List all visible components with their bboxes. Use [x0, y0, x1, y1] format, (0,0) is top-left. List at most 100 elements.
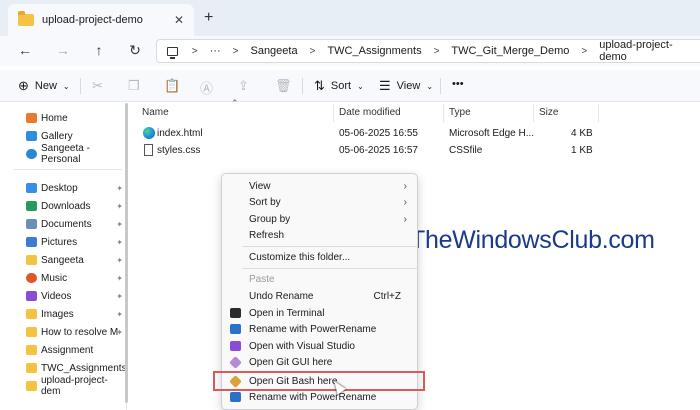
folder-icon — [18, 11, 34, 26]
folder-icon — [26, 309, 37, 319]
highlight-box — [213, 371, 425, 391]
home-icon — [26, 113, 37, 123]
pin-icon: ✦ — [116, 237, 123, 247]
delete-button[interactable]: 🗑 — [275, 78, 298, 94]
menu-label: Open in Terminal — [249, 307, 325, 319]
menu-label: View — [249, 180, 271, 192]
sidebar-item-home[interactable]: Home — [26, 109, 126, 127]
cut-button[interactable]: ✂ — [92, 78, 109, 94]
file-row[interactable]: index.html 05-06-2025 16:55 Microsoft Ed… — [140, 126, 600, 143]
sidebar-item-documents[interactable]: Documents ✦ — [26, 215, 126, 233]
column-header-type[interactable]: Type — [449, 107, 471, 118]
breadcrumb-twc-git-merge-demo[interactable]: TWC_Git_Merge_Demo — [451, 45, 569, 57]
sidebar-scrollbar[interactable] — [125, 103, 128, 403]
sidebar-item-images[interactable]: Images ✦ — [26, 305, 126, 323]
copy-icon: ❐ — [128, 78, 140, 93]
menu-label: Sort by — [249, 196, 281, 208]
breadcrumb-overflow[interactable]: ··· — [210, 45, 221, 57]
share-button[interactable]: ⇪ — [238, 78, 255, 94]
divider — [80, 78, 81, 94]
see-more-button[interactable]: ••• — [452, 78, 464, 90]
menu-item-sort-by[interactable]: Sort by › — [222, 194, 417, 210]
menu-item-open-visual-studio[interactable]: Open with Visual Studio — [222, 338, 417, 354]
column-divider[interactable] — [333, 104, 334, 122]
powerrename-icon — [230, 392, 241, 402]
forward-button[interactable]: → — [54, 42, 72, 58]
sort-button[interactable]: ⇅ Sort ⌄ — [314, 78, 364, 94]
pin-icon: ✦ — [116, 201, 123, 211]
sidebar-item-assignment[interactable]: Assignment — [26, 341, 126, 359]
new-button[interactable]: ⊕ New ⌄ — [18, 78, 70, 94]
address-bar[interactable]: > ··· > Sangeeta > TWC_Assignments > TWC… — [156, 39, 700, 63]
folder-icon — [26, 381, 37, 391]
sidebar-item-downloads[interactable]: Downloads ✦ — [26, 197, 126, 215]
sidebar-item-upload-project-demo[interactable]: upload-project-dem — [26, 375, 126, 397]
breadcrumb-sangeeta[interactable]: Sangeeta — [250, 45, 297, 57]
column-divider[interactable] — [443, 104, 444, 122]
paste-button[interactable]: 📋 — [164, 78, 186, 94]
sidebar-item-label: Desktop — [41, 182, 78, 194]
divider — [440, 78, 441, 94]
menu-item-rename-powerrename-2[interactable]: Rename with PowerRename — [222, 389, 417, 405]
menu-item-paste[interactable]: Paste — [222, 271, 417, 287]
breadcrumb-separator: > — [232, 45, 239, 57]
sidebar-item-label: Documents — [41, 218, 92, 230]
sidebar-item-pictures[interactable]: Pictures ✦ — [26, 233, 126, 251]
up-button[interactable]: ↑ — [90, 42, 108, 58]
trash-icon: 🗑 — [275, 78, 292, 93]
sidebar-item-how-to-resolve[interactable]: How to resolve M ✦ — [26, 323, 126, 341]
menu-item-view[interactable]: View › — [222, 178, 417, 194]
refresh-button[interactable]: ↻ — [126, 42, 144, 59]
tab-upload-project-demo[interactable]: upload-project-demo ✕ — [8, 4, 194, 36]
chevron-right-icon: › — [403, 180, 407, 192]
sidebar-item-music[interactable]: Music ✦ — [26, 269, 126, 287]
menu-item-refresh[interactable]: Refresh — [222, 227, 417, 243]
sidebar-item-label: Images — [41, 308, 74, 320]
column-divider[interactable] — [598, 104, 599, 122]
terminal-icon — [230, 308, 241, 318]
sidebar-item-onedrive[interactable]: Sangeeta - Personal — [26, 143, 126, 165]
menu-label: Open with Visual Studio — [249, 340, 355, 352]
column-header-name[interactable]: Name — [142, 107, 169, 118]
breadcrumb-upload-project-demo[interactable]: upload-project-demo — [599, 39, 688, 63]
menu-label: Rename with PowerRename — [249, 391, 377, 403]
file-row[interactable]: styles.css 05-06-2025 16:57 CSSfile 1 KB — [140, 143, 600, 160]
sidebar-item-videos[interactable]: Videos ✦ — [26, 287, 126, 305]
rename-button[interactable]: Ⓐ — [200, 78, 219, 97]
close-tab-icon[interactable]: ✕ — [170, 13, 188, 27]
column-header-size[interactable]: Size — [539, 107, 558, 118]
back-button[interactable]: ← — [16, 42, 34, 58]
plus-circle-icon: ⊕ — [18, 78, 29, 93]
powerrename-icon — [230, 324, 241, 334]
sidebar-item-label: Sangeeta — [41, 254, 84, 266]
menu-item-open-terminal[interactable]: Open in Terminal — [222, 305, 417, 321]
menu-item-rename-powerrename[interactable]: Rename with PowerRename — [222, 321, 417, 337]
pin-icon: ✦ — [116, 327, 123, 337]
pin-icon: ✦ — [116, 255, 123, 265]
menu-label: Rename with PowerRename — [249, 323, 377, 335]
divider — [14, 169, 122, 170]
menu-item-git-gui[interactable]: Open Git GUI here — [222, 354, 417, 370]
navigation-bar: ← → ↑ ↻ > ··· > Sangeeta > TWC_Assignmen… — [0, 36, 700, 66]
sidebar-item-desktop[interactable]: Desktop ✦ — [26, 179, 126, 197]
copy-button[interactable]: ❐ — [128, 78, 146, 94]
new-tab-button[interactable]: + — [204, 9, 213, 27]
sidebar-item-sangeeta[interactable]: Sangeeta ✦ — [26, 251, 126, 269]
edge-icon — [143, 127, 155, 139]
sidebar-item-label: Assignment — [41, 344, 94, 356]
view-button[interactable]: ☰ View ⌄ — [379, 78, 433, 94]
download-icon — [26, 201, 37, 211]
sidebar-item-label: Pictures — [41, 236, 78, 248]
menu-item-customize-folder[interactable]: Customize this folder... — [222, 249, 417, 265]
share-icon: ⇪ — [238, 78, 249, 93]
column-divider[interactable] — [533, 104, 534, 122]
breadcrumb-separator: > — [581, 45, 588, 57]
menu-label: Undo Rename — [249, 290, 314, 302]
column-header-date-modified[interactable]: Date modified — [339, 107, 401, 118]
visual-studio-icon — [230, 341, 241, 351]
music-icon — [26, 273, 37, 283]
breadcrumb-twc-assignments[interactable]: TWC_Assignments — [327, 45, 421, 57]
menu-item-group-by[interactable]: Group by › — [222, 211, 417, 227]
menu-item-undo-rename[interactable]: Undo Rename Ctrl+Z — [222, 288, 417, 304]
watermark: TheWindowsClub.com — [382, 226, 655, 255]
